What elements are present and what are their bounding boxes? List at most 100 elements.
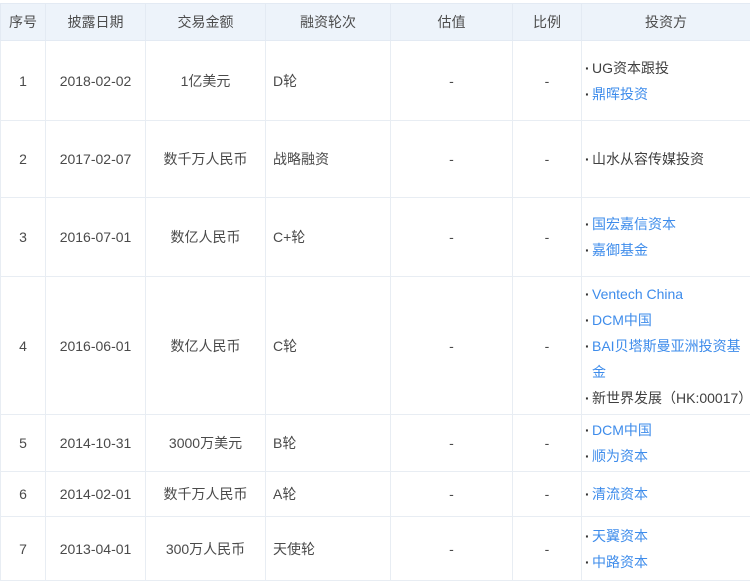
investor-link[interactable]: 国宏嘉信资本	[592, 211, 676, 237]
investor-item: ·嘉御基金	[585, 237, 748, 263]
cell-round: A轮	[266, 472, 391, 517]
investor-item: ·天翼资本	[585, 523, 748, 549]
cell-ratio: -	[513, 121, 582, 198]
cell-investors: ·清流资本	[582, 472, 750, 517]
cell-amount: 数亿人民币	[146, 277, 266, 415]
cell-date: 2016-07-01	[46, 198, 146, 277]
bullet-icon: ·	[585, 307, 592, 333]
investor-list: ·Ventech China·DCM中国·BAI贝塔斯曼亚洲投资基金·新世界发展…	[582, 279, 750, 413]
investor-link[interactable]: DCM中国	[592, 307, 652, 333]
investor-item: ·清流资本	[585, 481, 748, 507]
col-header-amount: 交易金额	[146, 4, 266, 41]
investor-name: 新世界发展（HK:00017）	[592, 385, 748, 411]
cell-date: 2013-04-01	[46, 517, 146, 581]
investor-list: ·国宏嘉信资本·嘉御基金	[582, 209, 750, 265]
cell-valuation: -	[391, 415, 513, 472]
cell-amount: 数千万人民币	[146, 472, 266, 517]
cell-ratio: -	[513, 517, 582, 581]
investor-item: ·顺为资本	[585, 443, 748, 469]
investor-item: ·DCM中国	[585, 307, 748, 333]
cell-serial: 1	[1, 41, 46, 121]
cell-ratio: -	[513, 198, 582, 277]
table-row: 1 2018-02-02 1亿美元 D轮 - - ·UG资本跟投·鼎晖投资	[1, 41, 750, 121]
cell-round: D轮	[266, 41, 391, 121]
investor-item: ·鼎晖投资	[585, 81, 748, 107]
cell-valuation: -	[391, 277, 513, 415]
table-row: 3 2016-07-01 数亿人民币 C+轮 - - ·国宏嘉信资本·嘉御基金	[1, 198, 750, 277]
investor-name: 山水从容传媒投资	[592, 146, 704, 172]
bullet-icon: ·	[585, 443, 592, 469]
cell-round: 天使轮	[266, 517, 391, 581]
bullet-icon: ·	[585, 417, 592, 443]
col-header-investors: 投资方	[582, 4, 750, 41]
investor-list: ·DCM中国·顺为资本	[582, 415, 750, 471]
cell-ratio: -	[513, 415, 582, 472]
cell-valuation: -	[391, 41, 513, 121]
bullet-icon: ·	[585, 523, 592, 549]
cell-date: 2014-02-01	[46, 472, 146, 517]
col-header-date: 披露日期	[46, 4, 146, 41]
cell-investors: ·国宏嘉信资本·嘉御基金	[582, 198, 750, 277]
cell-date: 2016-06-01	[46, 277, 146, 415]
cell-investors: ·天翼资本·中路资本	[582, 517, 750, 581]
cell-valuation: -	[391, 472, 513, 517]
investor-item: ·山水从容传媒投资	[585, 146, 748, 172]
investor-link[interactable]: 清流资本	[592, 481, 648, 507]
cell-date: 2017-02-07	[46, 121, 146, 198]
cell-serial: 2	[1, 121, 46, 198]
col-header-round: 融资轮次	[266, 4, 391, 41]
cell-ratio: -	[513, 472, 582, 517]
investor-link[interactable]: Ventech China	[592, 281, 683, 307]
cell-date: 2018-02-02	[46, 41, 146, 121]
cell-serial: 5	[1, 415, 46, 472]
cell-investors: ·DCM中国·顺为资本	[582, 415, 750, 472]
funding-rounds-table: 序号 披露日期 交易金额 融资轮次 估值 比例 投资方 1 2018-02-02…	[0, 3, 750, 581]
col-header-serial: 序号	[1, 4, 46, 41]
investor-link[interactable]: DCM中国	[592, 417, 652, 443]
table-row: 2 2017-02-07 数千万人民币 战略融资 - - ·山水从容传媒投资	[1, 121, 750, 198]
investor-list: ·山水从容传媒投资	[582, 144, 750, 174]
cell-round: C+轮	[266, 198, 391, 277]
investor-item: ·中路资本	[585, 549, 748, 575]
investor-link[interactable]: 顺为资本	[592, 443, 648, 469]
investor-link[interactable]: 嘉御基金	[592, 237, 648, 263]
bullet-icon: ·	[585, 281, 592, 307]
cell-investors: ·山水从容传媒投资	[582, 121, 750, 198]
investor-item: ·国宏嘉信资本	[585, 211, 748, 237]
table-header-row: 序号 披露日期 交易金额 融资轮次 估值 比例 投资方	[1, 4, 750, 41]
investor-list: ·天翼资本·中路资本	[582, 521, 750, 577]
cell-amount: 数千万人民币	[146, 121, 266, 198]
cell-amount: 300万人民币	[146, 517, 266, 581]
cell-date: 2014-10-31	[46, 415, 146, 472]
cell-valuation: -	[391, 121, 513, 198]
cell-investors: ·Ventech China·DCM中国·BAI贝塔斯曼亚洲投资基金·新世界发展…	[582, 277, 750, 415]
investor-item: ·新世界发展（HK:00017）	[585, 385, 748, 411]
bullet-icon: ·	[585, 333, 592, 359]
investor-item: ·DCM中国	[585, 417, 748, 443]
investor-item: ·BAI贝塔斯曼亚洲投资基金	[585, 333, 748, 385]
cell-amount: 数亿人民币	[146, 198, 266, 277]
investor-item: ·Ventech China	[585, 281, 748, 307]
cell-investors: ·UG资本跟投·鼎晖投资	[582, 41, 750, 121]
investor-link[interactable]: 中路资本	[592, 549, 648, 575]
investor-list: ·清流资本	[582, 479, 750, 509]
cell-ratio: -	[513, 277, 582, 415]
bullet-icon: ·	[585, 481, 592, 507]
cell-amount: 1亿美元	[146, 41, 266, 121]
funding-table-container: 序号 披露日期 交易金额 融资轮次 估值 比例 投资方 1 2018-02-02…	[0, 0, 750, 581]
bullet-icon: ·	[585, 211, 592, 237]
investor-link[interactable]: BAI贝塔斯曼亚洲投资基金	[592, 333, 748, 385]
cell-valuation: -	[391, 198, 513, 277]
col-header-valuation: 估值	[391, 4, 513, 41]
bullet-icon: ·	[585, 81, 592, 107]
cell-serial: 7	[1, 517, 46, 581]
investor-link[interactable]: 天翼资本	[592, 523, 648, 549]
table-row: 4 2016-06-01 数亿人民币 C轮 - - ·Ventech China…	[1, 277, 750, 415]
table-row: 7 2013-04-01 300万人民币 天使轮 - - ·天翼资本·中路资本	[1, 517, 750, 581]
table-row: 6 2014-02-01 数千万人民币 A轮 - - ·清流资本	[1, 472, 750, 517]
cell-valuation: -	[391, 517, 513, 581]
investor-link[interactable]: 鼎晖投资	[592, 81, 648, 107]
bullet-icon: ·	[585, 385, 592, 411]
bullet-icon: ·	[585, 549, 592, 575]
investor-list: ·UG资本跟投·鼎晖投资	[582, 53, 750, 109]
